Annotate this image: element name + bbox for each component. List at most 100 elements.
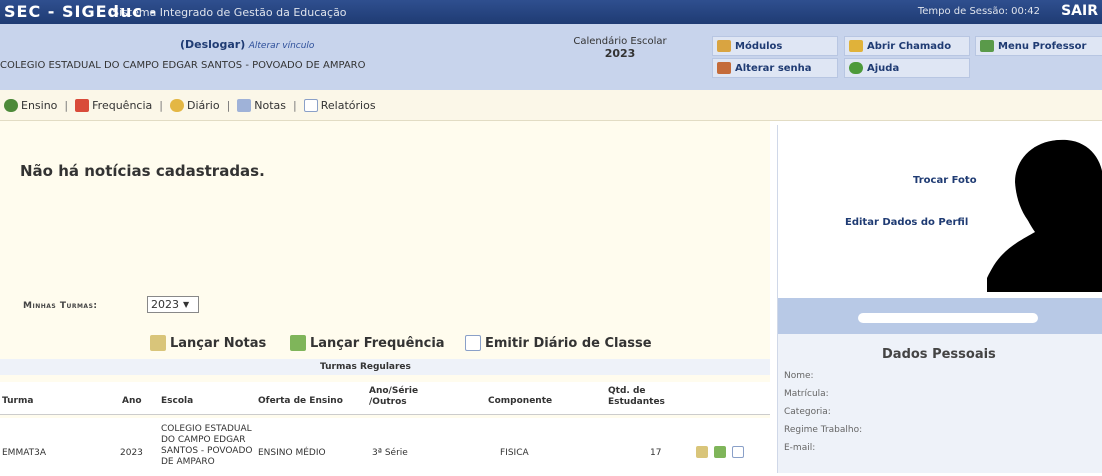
document-icon[interactable] (732, 446, 744, 458)
print-class-diary-label: Emitir Diário de Classe (485, 335, 652, 351)
system-subtitle: Sistema Integrado de Gestão da Educação (112, 6, 347, 19)
post-attendance-label: Lançar Frequência (310, 335, 445, 351)
regular-classes-title: Turmas Regulares (320, 362, 411, 372)
nav-diario-label: Diário (186, 98, 220, 112)
cell-escola-line4: DE AMPARO (161, 457, 215, 467)
col-serie-line1: Ano/Série (369, 386, 419, 396)
main-nav: Ensino | Frequência | Diário | Notas | R… (0, 90, 1102, 121)
cell-serie: 3ª Série (372, 448, 408, 458)
nav-diario[interactable]: Diário (169, 98, 220, 112)
help-icon (849, 62, 863, 74)
school-calendar[interactable]: Calendário Escolar 2023 (565, 36, 675, 60)
post-grades-button[interactable]: Lançar Notas (150, 333, 266, 353)
teacher-menu-button[interactable]: Menu Professor (975, 36, 1102, 56)
col-ano: Ano (122, 396, 142, 406)
col-turma: Turma (2, 396, 34, 406)
cell-escola-line1: COLEGIO ESTADUAL (161, 424, 252, 434)
modules-label: Módulos (735, 40, 783, 52)
cell-escola-line3: SANTOS - POVOADO (161, 446, 253, 456)
cell-turma: EMMAT3A (2, 448, 47, 458)
my-classes-label: Minhas Turmas: (23, 301, 98, 311)
chevron-down-icon: ▼ (183, 300, 190, 309)
cell-ano: 2023 (120, 448, 143, 458)
help-button[interactable]: Ajuda (844, 58, 970, 78)
nav-separator: | (293, 98, 297, 112)
cell-escola-line2: DO CAMPO EDGAR (161, 435, 246, 445)
nav-separator: | (64, 98, 69, 112)
field-category-label: Categoria: (784, 407, 831, 417)
nav-frequencia[interactable]: Frequência (75, 98, 153, 112)
nav-frequencia-label: Frequência (92, 98, 153, 112)
change-photo-link[interactable]: Trocar Foto (913, 175, 977, 186)
col-qtd-line1: Qtd. de (608, 386, 646, 396)
redacted-name (858, 313, 1038, 323)
user-info-bar: (Deslogar) Alterar vínculo COLEGIO ESTAD… (0, 24, 1102, 91)
edit-profile-link[interactable]: Editar Dados do Perfil (845, 217, 968, 228)
sitemap-icon (980, 40, 994, 52)
table-row: EMMAT3A 2023 COLEGIO ESTADUAL DO CAMPO E… (0, 418, 770, 476)
nav-notas-label: Notas (254, 98, 287, 112)
field-email-label: E-mail: (784, 443, 816, 453)
col-componente: Componente (488, 396, 553, 406)
hand-icon (849, 40, 863, 52)
no-news-message: Não há notícias cadastradas. (20, 162, 265, 180)
year-select[interactable]: 2023 ▼ (147, 296, 199, 313)
nav-relatorios[interactable]: Relatórios (303, 98, 376, 112)
attendance-icon[interactable] (714, 446, 726, 458)
profile-photo (987, 130, 1102, 292)
field-work-regime-label: Regime Trabalho: (784, 425, 863, 435)
modules-icon (717, 40, 731, 52)
calendar-label: Calendário Escolar (573, 36, 667, 47)
nav-ensino[interactable]: Ensino (4, 98, 58, 112)
top-header-bar: SEC - SIGEduc - Sistema Integrado de Ges… (0, 0, 1102, 24)
change-password-button[interactable]: Alterar senha (712, 58, 838, 78)
help-label: Ajuda (867, 62, 900, 74)
photo-area: Trocar Foto Editar Dados do Perfil (778, 125, 1102, 298)
book-icon (169, 98, 184, 112)
session-timer: Tempo de Sessão: 00:42 (917, 6, 1040, 17)
nav-relatorios-label: Relatórios (320, 98, 376, 112)
col-serie-line2: /Outros (369, 397, 407, 407)
grades-icon (150, 335, 166, 351)
logout-line: (Deslogar) Alterar vínculo (180, 38, 314, 51)
nav-separator: | (159, 98, 163, 112)
user-name-bar (778, 298, 1102, 334)
calendar-icon (75, 98, 90, 112)
nav-ensino-label: Ensino (21, 98, 58, 112)
print-class-diary-button[interactable]: Emitir Diário de Classe (465, 333, 652, 353)
attendance-icon (290, 335, 306, 351)
table-header-row: Turma Ano Escola Oferta de Ensino Ano/Sé… (0, 382, 770, 415)
field-name-label: Nome: (784, 371, 814, 381)
post-attendance-button[interactable]: Lançar Frequência (290, 333, 445, 353)
year-select-value: 2023 (151, 298, 179, 311)
nav-separator: | (226, 98, 231, 112)
school-name: COLEGIO ESTADUAL DO CAMPO EDGAR SANTOS -… (0, 60, 366, 71)
change-password-label: Alterar senha (735, 62, 812, 74)
post-grades-label: Lançar Notas (170, 335, 267, 351)
profile-panel: Trocar Foto Editar Dados do Perfil Dados… (777, 125, 1102, 473)
change-link-link[interactable]: Alterar vínculo (249, 41, 315, 51)
key-icon (717, 62, 731, 74)
grades-icon[interactable] (696, 446, 708, 458)
cell-qtd: 17 (650, 448, 662, 458)
col-oferta: Oferta de Ensino (258, 396, 343, 406)
grades-icon (237, 98, 252, 112)
logout-link[interactable]: (Deslogar) (180, 38, 245, 51)
regular-classes-header: Turmas Regulares (0, 359, 770, 375)
personal-data-title: Dados Pessoais (882, 347, 996, 362)
globe-icon (4, 98, 18, 112)
col-qtd-line2: Estudantes (608, 397, 665, 407)
cell-oferta: ENSINO MÉDIO (258, 448, 326, 458)
nav-notas[interactable]: Notas (237, 98, 287, 112)
document-icon (465, 335, 481, 351)
open-ticket-button[interactable]: Abrir Chamado (844, 36, 970, 56)
avatar-silhouette-icon (987, 130, 1102, 292)
col-escola: Escola (161, 396, 194, 406)
calendar-year: 2023 (604, 47, 636, 60)
exit-link[interactable]: SAIR (1061, 3, 1098, 19)
modules-button[interactable]: Módulos (712, 36, 838, 56)
cell-componente: FISICA (500, 448, 529, 458)
open-ticket-label: Abrir Chamado (867, 40, 952, 52)
teacher-menu-label: Menu Professor (998, 40, 1087, 52)
field-registration-label: Matrícula: (784, 389, 829, 399)
